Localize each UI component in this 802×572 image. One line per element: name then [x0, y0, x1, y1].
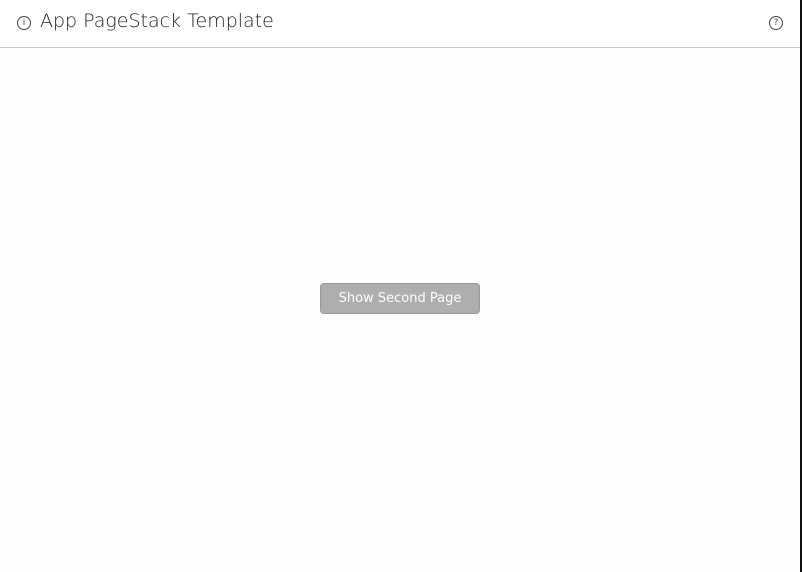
page-title: App PageStack Template: [40, 10, 274, 32]
help-icon[interactable]: ?: [769, 16, 783, 30]
page-header: i App PageStack Template ?: [0, 0, 800, 48]
show-second-page-button[interactable]: Show Second Page: [320, 283, 480, 314]
info-icon[interactable]: i: [17, 16, 31, 30]
